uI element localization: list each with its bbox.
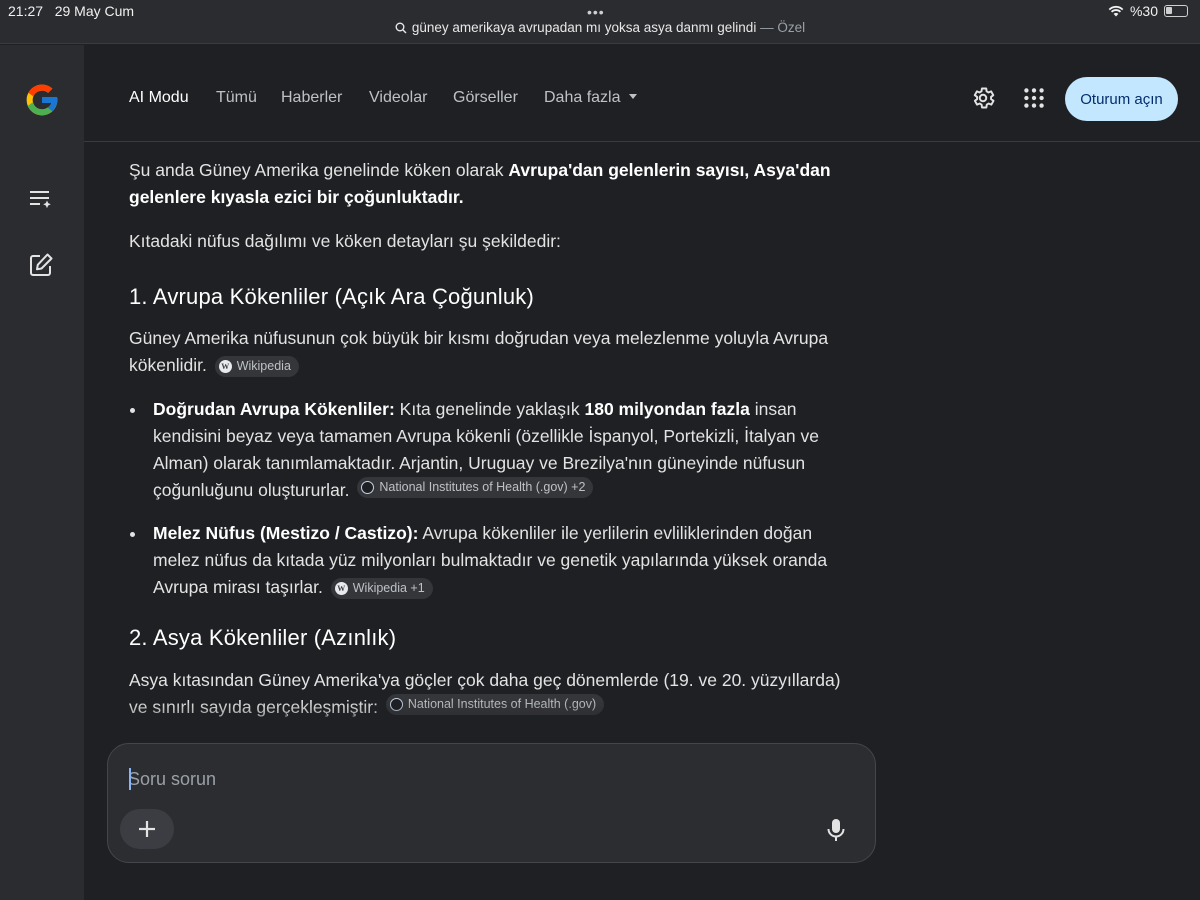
tab-more-label: Daha fazla	[544, 89, 621, 106]
voice-input-button[interactable]	[820, 814, 852, 846]
wikipedia-icon: W	[334, 582, 348, 595]
plus-icon	[139, 821, 155, 837]
private-label: — Özel	[760, 20, 806, 35]
status-indicators: %30	[1108, 3, 1188, 19]
source-chip[interactable]: W Wikipedia +1	[330, 578, 433, 599]
left-rail	[0, 45, 84, 900]
tab-news[interactable]: Haberler	[281, 89, 342, 107]
apps-grid-icon[interactable]	[1021, 85, 1047, 111]
sign-in-button[interactable]: Oturum açın	[1065, 77, 1178, 121]
wikipedia-icon: W	[218, 360, 232, 373]
microphone-icon	[827, 819, 845, 841]
google-logo[interactable]	[22, 80, 62, 120]
add-attachment-button[interactable]	[120, 809, 174, 849]
nih-icon	[361, 481, 375, 494]
tab-more[interactable]: Daha fazla	[544, 89, 637, 107]
battery-icon	[1164, 5, 1188, 17]
status-time: 21:27 29 May Cum	[8, 3, 135, 19]
gear-icon[interactable]	[970, 85, 996, 111]
wifi-icon	[1108, 5, 1124, 17]
intro-paragraph-2: Kıtadaki nüfus dağılımı ve köken detayla…	[129, 231, 561, 251]
tab-all[interactable]: Tümü	[216, 89, 257, 107]
address-bar[interactable]: güney amerikaya avrupadan mı yoksa asya …	[0, 20, 1200, 35]
status-bar: 21:27 29 May Cum ••• %30 güney amerikaya…	[0, 0, 1200, 44]
bullet-list: Doğrudan Avrupa Kökenliler: Kıta genelin…	[129, 396, 859, 601]
section-heading-asia: 2. Asya Kökenliler (Azınlık)	[129, 625, 397, 650]
intro-paragraph: Şu anda Güney Amerika genelinde köken ol…	[129, 160, 831, 207]
ai-answer: Şu anda Güney Amerika genelinde köken ol…	[129, 157, 859, 738]
source-chip[interactable]: W Wikipedia	[214, 356, 299, 377]
multitasking-dots-icon[interactable]: •••	[587, 4, 605, 20]
battery-percent: %30	[1129, 3, 1158, 19]
history-list-icon[interactable]	[27, 185, 55, 213]
tab-videos[interactable]: Videolar	[369, 89, 427, 107]
source-chip[interactable]: National Institutes of Health (.gov) +2	[357, 477, 594, 498]
ask-box	[107, 743, 876, 863]
list-item: Melez Nüfus (Mestizo / Castizo): Avrupa …	[129, 520, 859, 601]
chevron-down-icon	[628, 94, 637, 99]
list-item: Doğrudan Avrupa Kökenliler: Kıta genelin…	[129, 396, 859, 504]
url-text: güney amerikaya avrupadan mı yoksa asya …	[411, 20, 757, 35]
tab-ai-mode[interactable]: AI Modu	[129, 89, 189, 107]
tab-images[interactable]: Görseller	[453, 89, 518, 107]
text-caret	[129, 768, 131, 790]
top-nav: AI Modu Tümü Haberler Videolar Görseller…	[84, 45, 1200, 142]
section-europe-paragraph: Güney Amerika nüfusunun çok büyük bir kı…	[129, 328, 829, 377]
new-chat-edit-icon[interactable]	[27, 251, 55, 279]
section-heading-europe: 1. Avrupa Kökenliler (Açık Ara Çoğunluk)	[129, 284, 535, 309]
ask-input[interactable]	[128, 762, 788, 796]
search-icon	[395, 22, 407, 34]
